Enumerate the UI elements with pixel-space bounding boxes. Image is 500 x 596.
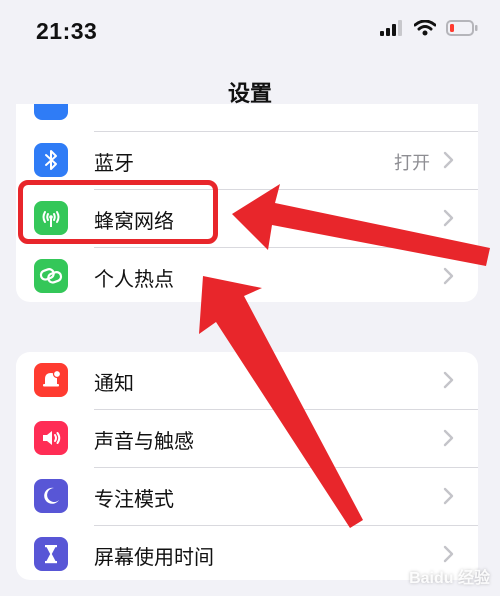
speaker-icon <box>34 421 68 455</box>
chevron-right-icon <box>443 545 454 563</box>
wifi-icon <box>414 20 436 36</box>
row-label: 通知 <box>94 371 134 395</box>
settings-row-sounds[interactable]: 声音与触感 <box>16 410 478 467</box>
highlight-box <box>18 180 218 244</box>
chevron-right-icon <box>443 209 454 227</box>
wifi-settings-icon <box>34 104 68 120</box>
partially-hidden-row[interactable] <box>16 104 478 132</box>
row-label: 声音与触感 <box>94 429 194 453</box>
status-time: 21:33 <box>36 18 98 44</box>
signal-icon <box>380 20 402 36</box>
row-label: 蓝牙 <box>94 151 134 175</box>
chevron-right-icon <box>443 371 454 389</box>
settings-row-hotspot[interactable]: 个人热点 <box>16 248 478 302</box>
settings-group-notifications: 通知 声音与触感 专注模式 屏幕使用时间 <box>16 352 478 580</box>
status-icons <box>380 20 478 36</box>
row-value: 打开 <box>394 153 430 174</box>
row-label: 个人热点 <box>94 267 174 291</box>
hourglass-icon <box>34 537 68 571</box>
battery-low-icon <box>446 20 478 36</box>
notification-bell-icon <box>34 363 68 397</box>
hotspot-link-icon <box>34 259 68 293</box>
watermark-logo: Baidu 经验 <box>409 570 490 587</box>
chevron-right-icon <box>443 429 454 447</box>
moon-icon <box>34 479 68 513</box>
row-label: 屏幕使用时间 <box>94 545 214 569</box>
status-bar: 21:33 <box>0 0 500 62</box>
chevron-right-icon <box>443 267 454 285</box>
chevron-right-icon <box>443 487 454 505</box>
chevron-right-icon <box>443 151 454 169</box>
settings-row-notifications[interactable]: 通知 <box>16 352 478 409</box>
row-label: 专注模式 <box>94 487 174 511</box>
settings-row-focus[interactable]: 专注模式 <box>16 468 478 525</box>
bluetooth-icon <box>34 143 68 177</box>
